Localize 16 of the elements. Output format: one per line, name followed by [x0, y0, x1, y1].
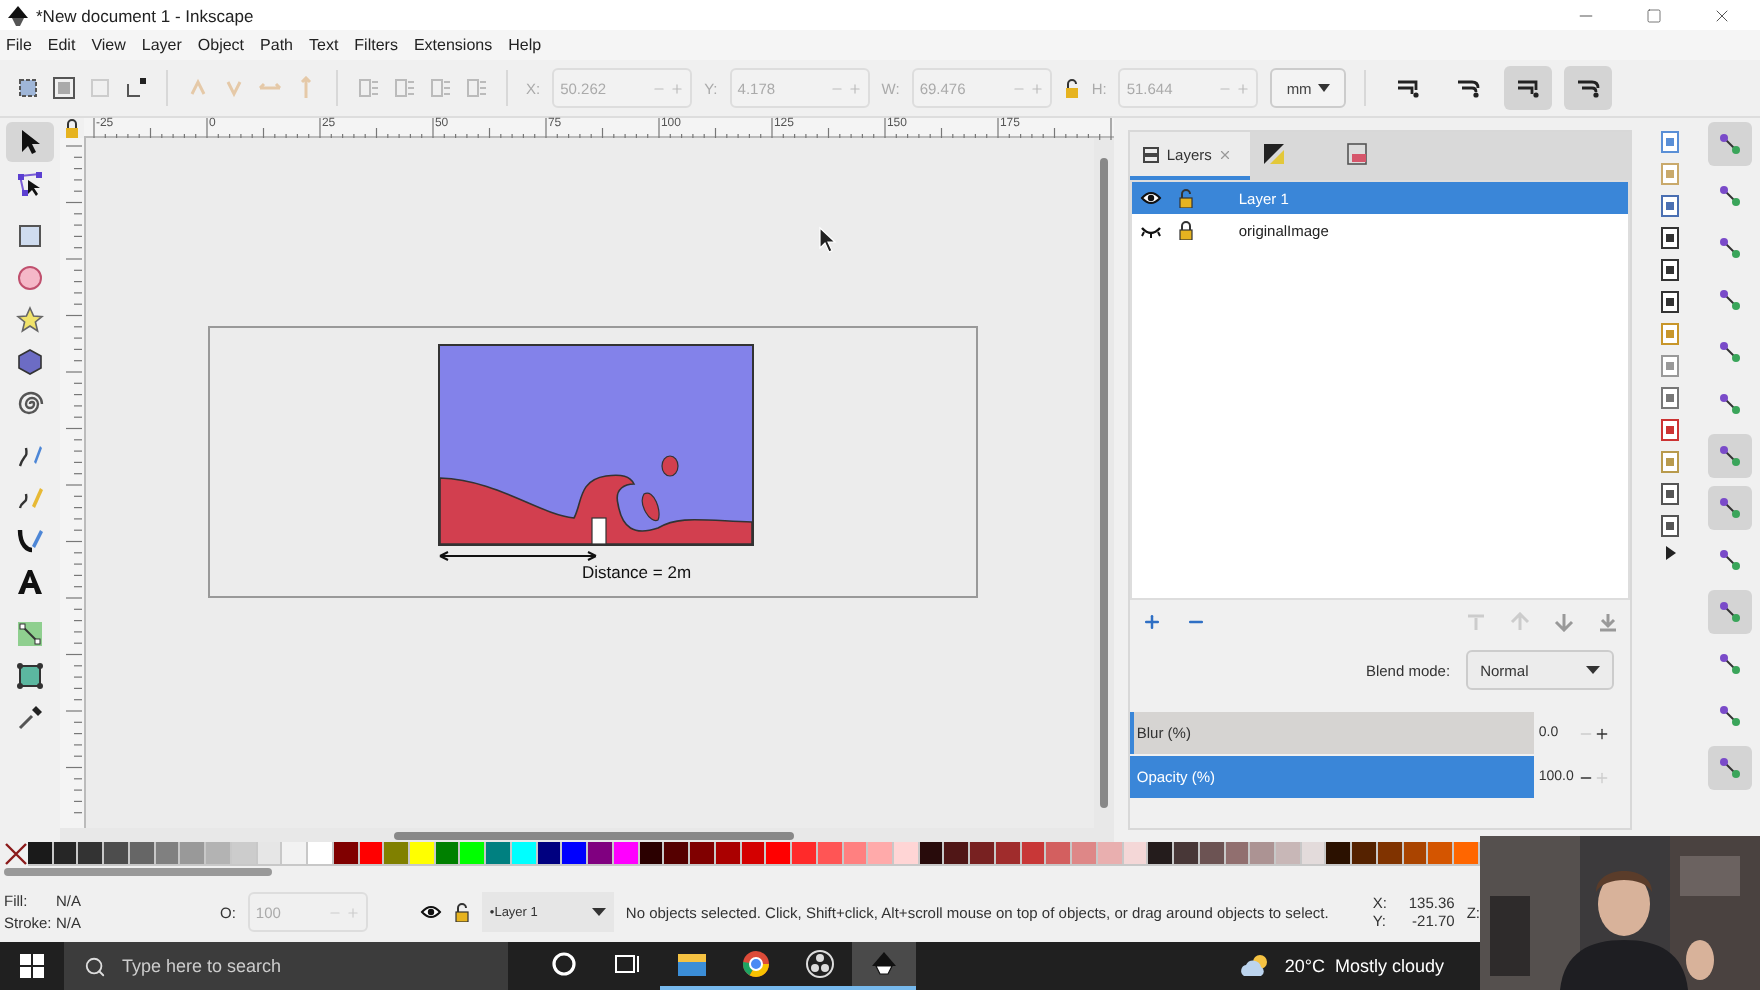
menu-item[interactable]: File [6, 36, 32, 54]
menu-item[interactable]: Filters [354, 36, 398, 54]
menu-item[interactable]: Path [260, 36, 293, 54]
menu-item[interactable]: Layer [141, 36, 182, 54]
menu-item[interactable]: Text [309, 36, 339, 54]
menu-item[interactable]: View [91, 36, 126, 54]
menu-item[interactable]: Object [197, 36, 245, 54]
drawing-canvas[interactable]: Distance = 2m [85, 138, 1095, 828]
weather-condition: Mostly cloudy [1334, 956, 1444, 976]
temperature: 20°C [1284, 956, 1325, 976]
menu-item[interactable]: Extensions [413, 36, 493, 54]
menu-item[interactable]: Edit [47, 36, 76, 54]
taskbar-search-field[interactable]: Type here to search [64, 942, 508, 990]
menu-item[interactable]: Help [508, 36, 542, 54]
canvas-text: Distance = 2m [581, 562, 692, 582]
window-title: *New document 1 - Inkscape [36, 5, 256, 25]
